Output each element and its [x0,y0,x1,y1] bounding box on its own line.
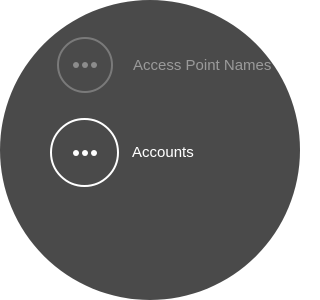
more-horizontal-icon [72,149,97,156]
dot [91,62,97,68]
dot [81,149,88,156]
menu-item-accounts[interactable]: Accounts [50,118,194,187]
watch-screen: Access Point Names Accounts [0,0,300,300]
dot [73,62,79,68]
dot [72,149,79,156]
menu-item-access-point-names[interactable]: Access Point Names [57,37,271,93]
item-icon-circle [50,118,119,187]
dot [90,149,97,156]
item-icon-circle [57,37,113,93]
more-horizontal-icon [73,62,97,68]
dot [82,62,88,68]
menu-item-label: Access Point Names [133,56,272,74]
menu-item-label: Accounts [132,144,194,161]
